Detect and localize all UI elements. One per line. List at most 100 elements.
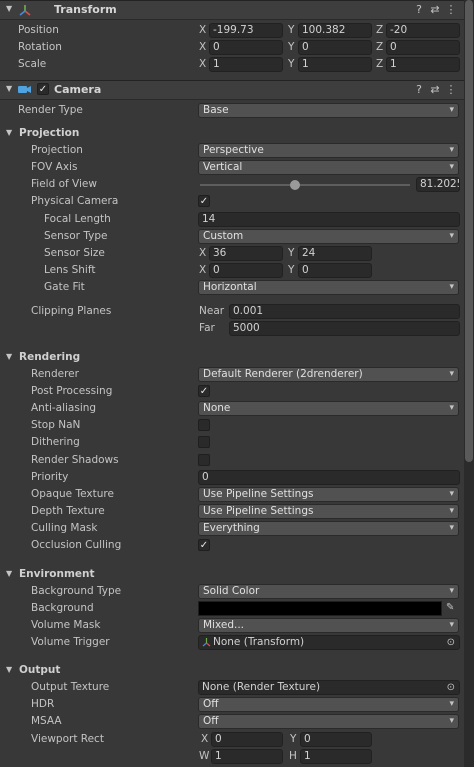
opaque-texture-dropdown[interactable]: Use Pipeline Settings ▾	[198, 487, 459, 502]
scale-x-field[interactable]: 1	[209, 57, 283, 72]
axis-x-label[interactable]: X	[199, 58, 206, 70]
dithering-label: Dithering	[31, 436, 80, 448]
physical-camera-checkbox[interactable]: ✓	[198, 195, 210, 207]
focal-length-field[interactable]: 14	[198, 212, 460, 227]
axis-y-label[interactable]: Y	[288, 24, 294, 36]
position-y-field[interactable]: 100.382	[298, 23, 372, 38]
lens-shift-x-field[interactable]: 0	[209, 263, 283, 278]
anti-aliasing-dropdown[interactable]: None ▾	[198, 401, 459, 416]
axis-z-label[interactable]: Z	[376, 41, 383, 53]
chevron-down-icon: ▾	[449, 105, 454, 115]
transform-header[interactable]: ▼ Transform ? ⇄ ⋮	[0, 0, 464, 20]
sensor-y-field[interactable]: 24	[298, 246, 372, 261]
render-type-row: Render Type Base ▾	[0, 102, 464, 119]
axis-y-label[interactable]: Y	[288, 58, 294, 70]
sensor-type-value: Custom	[203, 230, 244, 242]
output-section[interactable]: ▼ Output	[0, 662, 464, 679]
position-z-field[interactable]: -20	[386, 23, 460, 38]
render-type-dropdown[interactable]: Base ▾	[198, 103, 459, 118]
chevron-down-icon: ▾	[449, 162, 454, 172]
background-row: Background ✎	[0, 600, 464, 617]
axis-y-label[interactable]: Y	[288, 247, 294, 259]
gate-fit-label: Gate Fit	[44, 281, 85, 293]
foldout-icon[interactable]: ▼	[6, 665, 12, 674]
near-field[interactable]: 0.001	[229, 304, 460, 319]
axis-y-label[interactable]: Y	[288, 264, 294, 276]
axis-x-label[interactable]: X	[199, 264, 206, 276]
render-shadows-checkbox[interactable]	[198, 454, 210, 466]
output-texture-field[interactable]: None (Render Texture) ⊙	[198, 680, 460, 695]
foldout-icon[interactable]: ▼	[6, 569, 12, 578]
axis-z-label[interactable]: Z	[376, 24, 383, 36]
sensor-x-field[interactable]: 36	[209, 246, 283, 261]
near-label[interactable]: Near	[199, 305, 224, 317]
kebab-menu-icon[interactable]: ⋮	[444, 3, 458, 17]
viewport-y-label[interactable]: Y	[290, 733, 296, 745]
far-label[interactable]: Far	[199, 322, 215, 334]
hdr-dropdown[interactable]: Off ▾	[198, 697, 459, 712]
renderer-label: Renderer	[31, 368, 79, 380]
object-picker-icon[interactable]: ⊙	[447, 681, 455, 694]
fov-axis-dropdown[interactable]: Vertical ▾	[198, 160, 459, 175]
transform-foldout-icon[interactable]: ▼	[6, 4, 12, 13]
fov-slider-track[interactable]	[200, 184, 410, 186]
viewport-w-label[interactable]: W	[199, 750, 209, 762]
position-row: Position X -199.73 Y 100.382 Z -20	[0, 22, 464, 39]
renderer-dropdown[interactable]: Default Renderer (2drenderer) ▾	[198, 367, 459, 382]
camera-foldout-icon[interactable]: ▼	[6, 84, 12, 93]
viewport-x-label[interactable]: X	[201, 733, 208, 745]
stop-nan-checkbox[interactable]	[198, 419, 210, 431]
scale-y-field[interactable]: 1	[298, 57, 372, 72]
sensor-type-dropdown[interactable]: Custom ▾	[198, 229, 459, 244]
camera-header[interactable]: ▼ ✓ Camera ? ⇄ ⋮	[0, 80, 464, 100]
camera-enabled-checkbox[interactable]: ✓	[37, 83, 49, 95]
projection-section[interactable]: ▼ Projection	[0, 125, 464, 142]
axis-y-label[interactable]: Y	[288, 41, 294, 53]
occlusion-culling-checkbox[interactable]: ✓	[198, 539, 210, 551]
presets-icon[interactable]: ⇄	[428, 83, 442, 97]
fov-slider-handle[interactable]	[289, 180, 300, 190]
rotation-z-field[interactable]: 0	[386, 40, 460, 55]
dithering-checkbox[interactable]	[198, 436, 210, 448]
foldout-icon[interactable]: ▼	[6, 128, 12, 137]
viewport-h-label[interactable]: H	[289, 750, 297, 762]
projection-dropdown[interactable]: Perspective ▾	[198, 143, 459, 158]
far-field[interactable]: 5000	[229, 321, 460, 336]
scale-z-field[interactable]: 1	[386, 57, 460, 72]
sensor-type-row: Sensor Type Custom ▾	[0, 228, 464, 245]
culling-mask-dropdown[interactable]: Everything ▾	[198, 521, 459, 536]
msaa-dropdown[interactable]: Off ▾	[198, 714, 459, 729]
axis-x-label[interactable]: X	[199, 41, 206, 53]
volume-trigger-field[interactable]: None (Transform) ⊙	[198, 635, 460, 650]
object-picker-icon[interactable]: ⊙	[447, 636, 455, 649]
rotation-y-field[interactable]: 0	[298, 40, 372, 55]
help-icon[interactable]: ?	[412, 83, 426, 97]
kebab-menu-icon[interactable]: ⋮	[444, 83, 458, 97]
priority-field[interactable]: 0	[198, 470, 460, 485]
depth-texture-dropdown[interactable]: Use Pipeline Settings ▾	[198, 504, 459, 519]
lens-shift-y-field[interactable]: 0	[298, 263, 372, 278]
viewport-y-field[interactable]: 0	[300, 732, 372, 747]
viewport-h-field[interactable]: 1	[300, 749, 372, 764]
rendering-section[interactable]: ▼ Rendering	[0, 349, 464, 366]
viewport-w-field[interactable]: 1	[211, 749, 283, 764]
post-processing-checkbox[interactable]: ✓	[198, 385, 210, 397]
axis-z-label[interactable]: Z	[376, 58, 383, 70]
background-color-field[interactable]	[198, 601, 442, 616]
background-type-dropdown[interactable]: Solid Color ▾	[198, 584, 459, 599]
environment-section[interactable]: ▼ Environment	[0, 566, 464, 583]
axis-x-label[interactable]: X	[199, 247, 206, 259]
presets-icon[interactable]: ⇄	[428, 3, 442, 17]
eyedropper-icon[interactable]: ✎	[446, 602, 454, 613]
position-x-field[interactable]: -199.73	[209, 23, 283, 38]
inspector-scrollbar[interactable]	[464, 0, 474, 767]
rotation-x-field[interactable]: 0	[209, 40, 283, 55]
viewport-x-field[interactable]: 0	[211, 732, 283, 747]
gate-fit-dropdown[interactable]: Horizontal ▾	[198, 280, 459, 295]
volume-mask-dropdown[interactable]: Mixed... ▾	[198, 618, 459, 633]
foldout-icon[interactable]: ▼	[6, 352, 12, 361]
axis-x-label[interactable]: X	[199, 24, 206, 36]
help-icon[interactable]: ?	[412, 3, 426, 17]
scrollbar-thumb[interactable]	[465, 0, 473, 462]
fov-field[interactable]: 81.2025	[416, 177, 460, 192]
